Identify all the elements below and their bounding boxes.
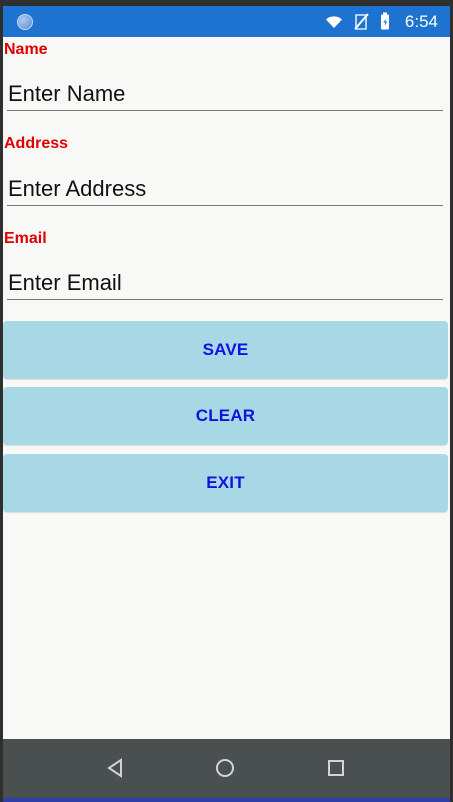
address-label: Address xyxy=(4,135,69,152)
home-icon xyxy=(215,758,235,778)
navigation-bar xyxy=(3,739,450,798)
home-button[interactable] xyxy=(213,756,237,780)
no-signal-icon xyxy=(353,12,369,31)
exit-button[interactable]: EXIT xyxy=(3,454,448,512)
device-screen: 6:54 Name Address Email SAVE CLEAR EXIT xyxy=(0,0,453,802)
email-input[interactable] xyxy=(7,266,443,300)
status-indicators: 6:54 xyxy=(325,6,438,37)
status-dot-icon xyxy=(17,14,33,30)
status-time: 6:54 xyxy=(404,12,438,31)
name-input[interactable] xyxy=(7,77,443,111)
clear-button[interactable]: CLEAR xyxy=(3,387,448,445)
wifi-icon xyxy=(325,14,343,30)
form-screen: Name Address Email SAVE CLEAR EXIT xyxy=(3,37,450,739)
email-label: Email xyxy=(4,230,47,247)
recents-button[interactable] xyxy=(324,756,348,780)
status-bar: 6:54 xyxy=(3,6,450,37)
battery-icon xyxy=(379,12,391,32)
save-button[interactable]: SAVE xyxy=(3,321,448,379)
address-input[interactable] xyxy=(7,172,443,206)
bottom-accent-strip xyxy=(3,798,450,802)
recents-icon xyxy=(327,759,345,777)
back-button[interactable] xyxy=(103,756,127,780)
name-label: Name xyxy=(4,41,48,58)
back-icon xyxy=(106,758,124,778)
